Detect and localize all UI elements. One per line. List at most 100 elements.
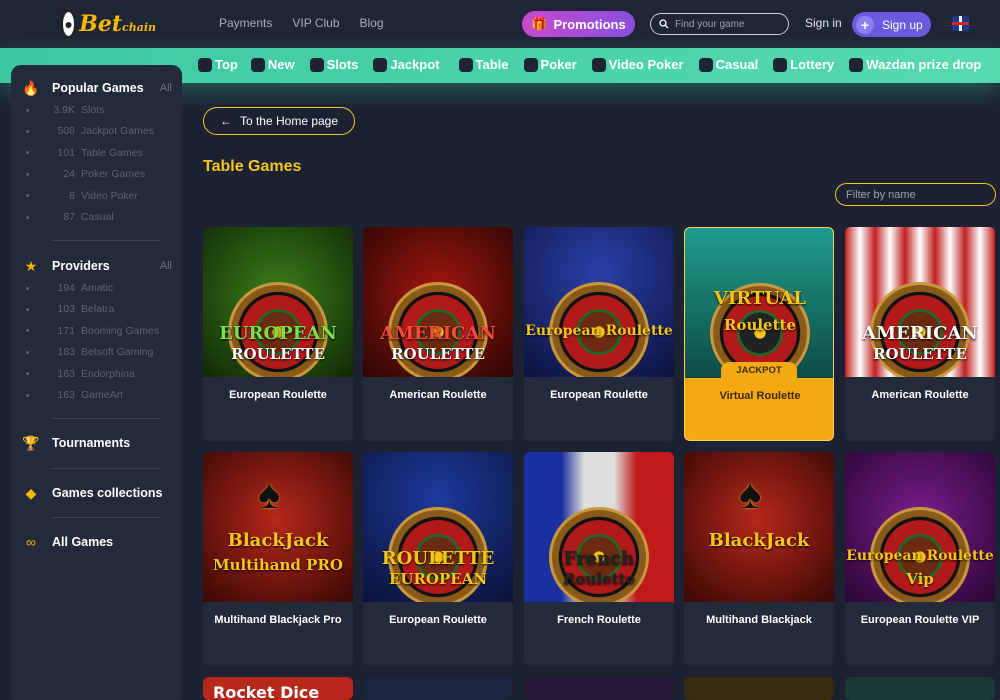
game-art-title: BlackJack: [227, 530, 329, 551]
subitem-count: 24: [63, 168, 75, 181]
providers-title: Providers: [52, 259, 110, 273]
nav-blog[interactable]: Blog: [360, 16, 384, 30]
signup-button[interactable]: + Sign up: [852, 12, 931, 37]
game-card[interactable]: AMERICAN ROULETTE American Roulette: [363, 227, 513, 441]
game-name: American Roulette: [389, 389, 487, 401]
game-card[interactable]: VIRTUAL Roulette JACKPOT Virtual Roulette: [684, 227, 834, 441]
game-art-subtitle: ROULETTE: [873, 345, 967, 363]
game-name: European Roulette: [389, 614, 487, 626]
subitem-count: 101: [57, 146, 75, 159]
gift-icon: 🎁: [531, 16, 548, 31]
promotions-button[interactable]: 🎁 Promotions: [522, 11, 635, 37]
game-card[interactable]: ♠ BlackJack Multihand PRO Multihand Blackja…: [203, 452, 353, 666]
plus-icon: +: [856, 15, 874, 34]
sidebar-subitem[interactable]: 8 Video Poker: [26, 190, 138, 202]
sidebar-subitem[interactable]: 24 Poker Games: [26, 168, 145, 180]
providers-all-link[interactable]: All: [160, 260, 172, 272]
game-name: European Roulette VIP: [860, 614, 980, 626]
category-top[interactable]: Top: [198, 57, 238, 72]
game-card[interactable]: ♠ BlackJack Multihand Blackjack: [684, 452, 834, 666]
jackpot-icon: [373, 57, 388, 72]
star-icon: ★: [24, 257, 38, 274]
collection-icon: ◆: [25, 484, 37, 501]
search-input[interactable]: [675, 18, 785, 30]
game-thumbnail: ROULETTE EUROPEAN: [363, 452, 513, 602]
sidebar-item-tournaments[interactable]: 🏆 Tournaments: [22, 434, 172, 452]
filter-input[interactable]: [846, 188, 986, 201]
game-thumbnail: French Roulette: [524, 452, 674, 602]
divider: [51, 517, 161, 518]
game-card[interactable]: EUROPEAN ROULETTE European Roulette: [203, 227, 353, 441]
subitem-count: 183: [57, 346, 75, 359]
badge-icon: [250, 57, 265, 72]
game-card[interactable]: AMERICAN ROULETTE American Roulette: [845, 227, 995, 441]
nav-payments[interactable]: Payments: [219, 16, 272, 30]
logo[interactable]: ● Betchain: [60, 6, 156, 42]
bullet-icon: [26, 194, 29, 198]
game-thumbnail: European Roulette Vip: [845, 452, 995, 602]
signin-link[interactable]: Sign in: [805, 16, 842, 30]
sidebar-subitem[interactable]: 194 Amatic: [26, 282, 113, 294]
game-thumbnail: VIRTUAL Roulette: [685, 228, 833, 378]
sidebar-subitem[interactable]: 87 Casual: [26, 211, 114, 223]
game-card[interactable]: European Roulette European Roulette: [524, 227, 674, 441]
providers-header[interactable]: ★ Providers All: [22, 257, 172, 275]
bullet-icon: [26, 350, 29, 354]
category-label: Top: [215, 57, 238, 72]
page-title: Table Games: [203, 158, 302, 175]
all-games-label: All Games: [52, 535, 114, 549]
spade-icon: ♠: [258, 470, 281, 517]
category-slots[interactable]: Slots: [309, 57, 358, 72]
game-card[interactable]: [363, 677, 513, 700]
game-card[interactable]: ROULETTE EUROPEAN European Roulette: [363, 452, 513, 666]
game-art-subtitle: Vip: [906, 570, 934, 588]
subitem-label: Video Poker: [81, 189, 139, 202]
category-wazdan-prize-drop[interactable]: Wazdan prize drop: [849, 57, 981, 72]
category-casual[interactable]: Casual: [698, 57, 758, 72]
home-page-button[interactable]: ← To the Home page: [203, 107, 355, 135]
home-page-label: To the Home page: [239, 114, 339, 128]
popular-all-link[interactable]: All: [160, 82, 172, 94]
uk-flag-icon[interactable]: [952, 16, 969, 31]
game-card[interactable]: French Roulette French Roulette: [524, 452, 674, 666]
game-art-title: VIRTUAL: [713, 288, 807, 309]
game-card[interactable]: European Roulette Vip European Roulette VI…: [845, 452, 995, 666]
game-art-title: Rocket Dice: [213, 683, 320, 700]
nav-vip-club[interactable]: VIP Club: [292, 16, 339, 30]
sidebar-subitem[interactable]: 508 Jackpot Games: [26, 125, 154, 137]
sidebar-subitem[interactable]: 163 GameArt: [26, 389, 123, 401]
sidebar-subitem[interactable]: 183 Betsoft Gaming: [26, 346, 153, 358]
sidebar: 🔥 Popular Games All 3.9K Slots 508 Jackpot …: [11, 65, 182, 700]
bullet-icon: [26, 372, 29, 376]
category-label: Lottery: [790, 57, 835, 72]
subitem-label: Slots: [81, 104, 105, 116]
game-card[interactable]: [684, 677, 834, 700]
category-table[interactable]: Table: [458, 57, 509, 72]
category-poker[interactable]: Poker: [523, 57, 577, 72]
sidebar-subitem[interactable]: 103 Belatra: [26, 303, 114, 315]
game-name: European Roulette: [229, 389, 327, 401]
game-card[interactable]: [524, 677, 674, 700]
popular-games-header[interactable]: 🔥 Popular Games All: [22, 79, 172, 97]
sidebar-item-all-games[interactable]: ∞ All Games: [22, 533, 172, 551]
sidebar-item-collections[interactable]: ◆ Games collections: [22, 484, 172, 502]
game-card[interactable]: [845, 677, 995, 700]
subitem-label: Table Games: [81, 146, 143, 159]
category-lottery[interactable]: Lottery: [773, 57, 834, 72]
pacman-icon: [698, 57, 713, 72]
sidebar-subitem[interactable]: 101 Table Games: [26, 147, 143, 159]
game-card[interactable]: Rocket Dice: [203, 677, 353, 700]
logo-text-main: Bet: [79, 11, 122, 37]
sidebar-subitem[interactable]: 3.9K Slots: [26, 104, 104, 116]
category-new[interactable]: New: [250, 57, 295, 72]
category-jackpot[interactable]: Jackpot: [373, 57, 440, 72]
subitem-count: 163: [57, 367, 75, 380]
game-thumbnail: European Roulette: [524, 227, 674, 377]
sidebar-subitem[interactable]: 163 Endorphina: [26, 368, 135, 380]
category-label: Poker: [540, 57, 577, 72]
category-label: New: [267, 57, 295, 72]
sidebar-subitem[interactable]: 171 Booming Games: [26, 325, 159, 337]
filter-box: [835, 183, 996, 206]
category-video-poker[interactable]: Video Poker: [591, 57, 684, 72]
game-name: Multihand Blackjack: [706, 614, 812, 626]
